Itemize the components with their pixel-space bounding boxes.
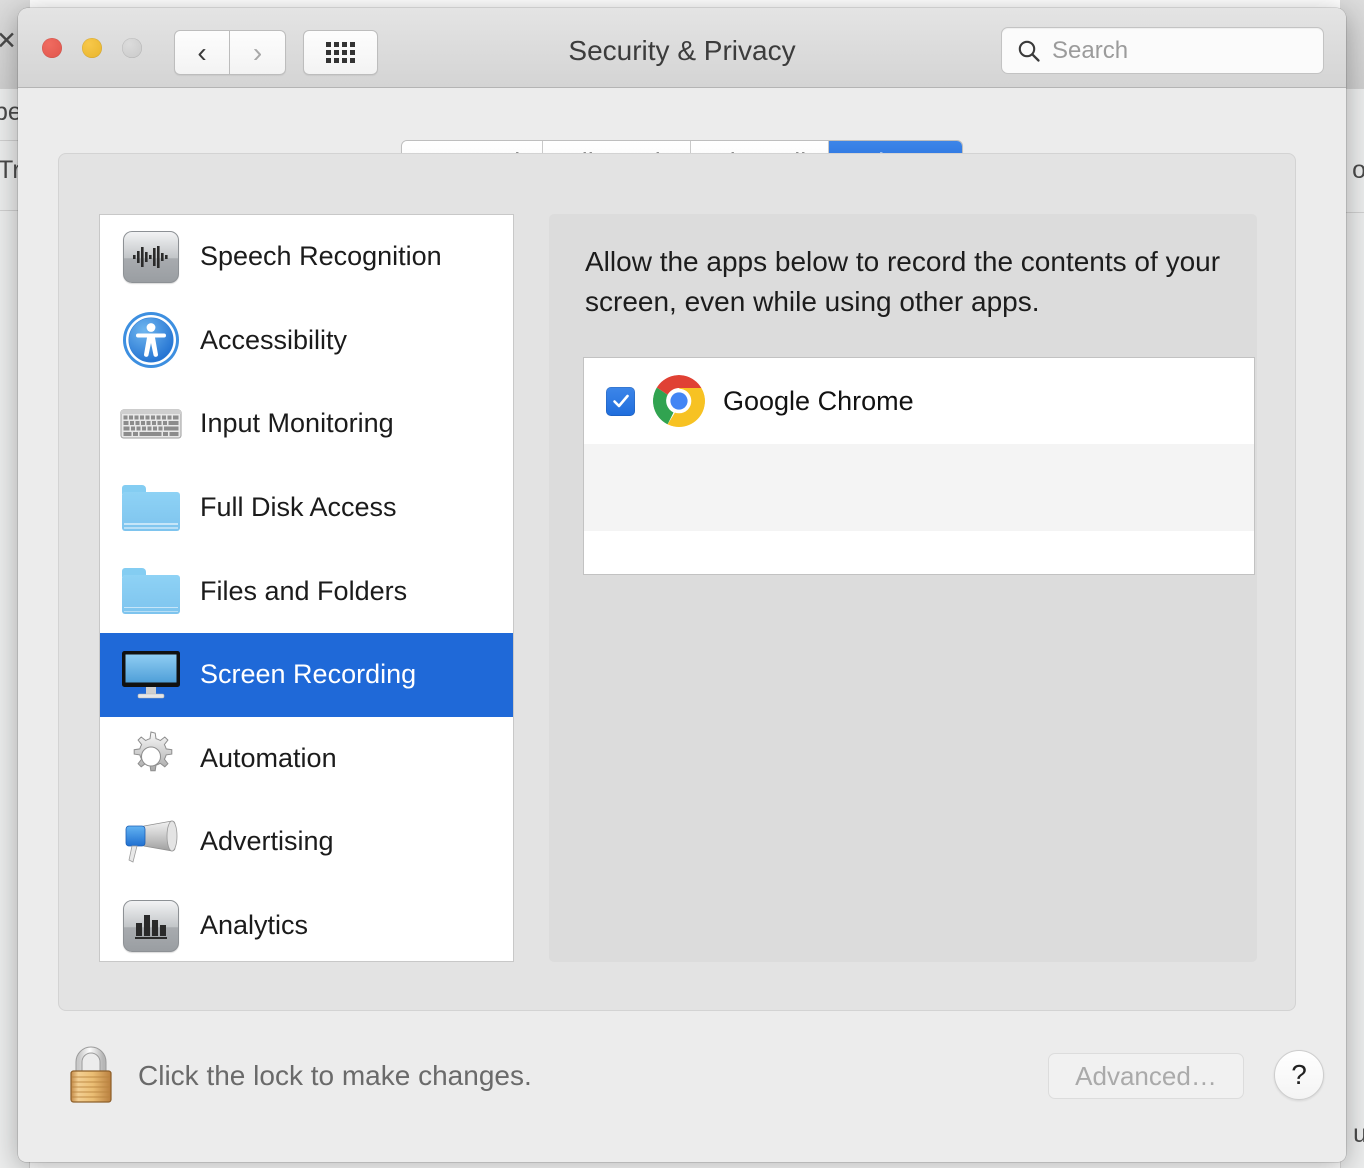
- search-field[interactable]: [1001, 27, 1324, 74]
- search-icon: [1016, 38, 1042, 64]
- window-toolbar: ‹ › Security & Privacy: [18, 8, 1346, 88]
- privacy-content-panel: Speech Recognition Accessibility Input M…: [58, 153, 1296, 1011]
- lock-closed-icon[interactable]: [66, 1044, 116, 1106]
- sidebar-item-label: Files and Folders: [200, 575, 408, 606]
- table-row-empty: [584, 487, 1254, 531]
- privacy-category-list: Speech Recognition Accessibility Input M…: [99, 214, 514, 962]
- sidebar-item-label: Automation: [200, 742, 337, 773]
- background-text-fragment: ✕: [0, 27, 17, 55]
- advanced-button[interactable]: Advanced…: [1048, 1053, 1244, 1099]
- security-privacy-window: ‹ › Security & Privacy General: [18, 8, 1346, 1162]
- sidebar-item-speech-recognition[interactable]: Speech Recognition: [100, 215, 513, 299]
- display-icon: [120, 646, 182, 704]
- help-button[interactable]: ?: [1274, 1050, 1324, 1100]
- sidebar-item-automation[interactable]: Automation: [100, 717, 513, 801]
- sidebar-item-label: Analytics: [200, 910, 309, 941]
- sidebar-item-label: Input Monitoring: [200, 408, 394, 439]
- screen-recording-detail-pane: Allow the apps below to record the conte…: [549, 214, 1257, 962]
- sidebar-item-label: Full Disk Access: [200, 492, 397, 523]
- folder-icon: [120, 479, 182, 537]
- chrome-icon: [651, 373, 707, 429]
- background-text-fragment: u: [1353, 1120, 1364, 1148]
- lock-hint-text: Click the lock to make changes.: [138, 1060, 532, 1091]
- waveform-icon: [120, 228, 182, 286]
- search-input[interactable]: [1052, 36, 1302, 65]
- table-row-empty: [584, 531, 1254, 574]
- table-row[interactable]: Google Chrome: [584, 358, 1254, 444]
- sidebar-item-files-and-folders[interactable]: Files and Folders: [100, 549, 513, 633]
- table-row-empty: [584, 575, 1254, 576]
- bar-chart-icon: [120, 897, 182, 955]
- app-checkbox[interactable]: [606, 386, 635, 416]
- sidebar-item-advertising[interactable]: Advertising: [100, 800, 513, 884]
- megaphone-icon: [120, 813, 182, 871]
- sidebar-item-full-disk-access[interactable]: Full Disk Access: [100, 466, 513, 550]
- sidebar-item-screen-recording[interactable]: Screen Recording: [100, 632, 513, 717]
- sidebar-item-label: Speech Recognition: [200, 241, 442, 272]
- accessibility-icon: [120, 311, 182, 369]
- gear-icon: [120, 729, 182, 787]
- table-row-empty: [584, 444, 1254, 488]
- background-text-fragment: o: [1352, 156, 1364, 184]
- sidebar-item-input-monitoring[interactable]: Input Monitoring: [100, 382, 513, 466]
- detail-description: Allow the apps below to record the conte…: [585, 246, 1221, 317]
- window-bottom-bar: Click the lock to make changes. Advanced…: [18, 1012, 1346, 1162]
- sidebar-item-accessibility[interactable]: Accessibility: [100, 299, 513, 383]
- allowed-apps-list: Google Chrome: [583, 357, 1255, 575]
- sidebar-item-label: Screen Recording: [200, 659, 417, 690]
- sidebar-item-label: Accessibility: [200, 324, 348, 355]
- sidebar-item-label: Advertising: [200, 826, 334, 857]
- sidebar-item-analytics[interactable]: Analytics: [100, 884, 513, 961]
- keyboard-icon: [120, 395, 182, 453]
- app-name-label: Google Chrome: [723, 385, 914, 416]
- folder-icon: [120, 562, 182, 620]
